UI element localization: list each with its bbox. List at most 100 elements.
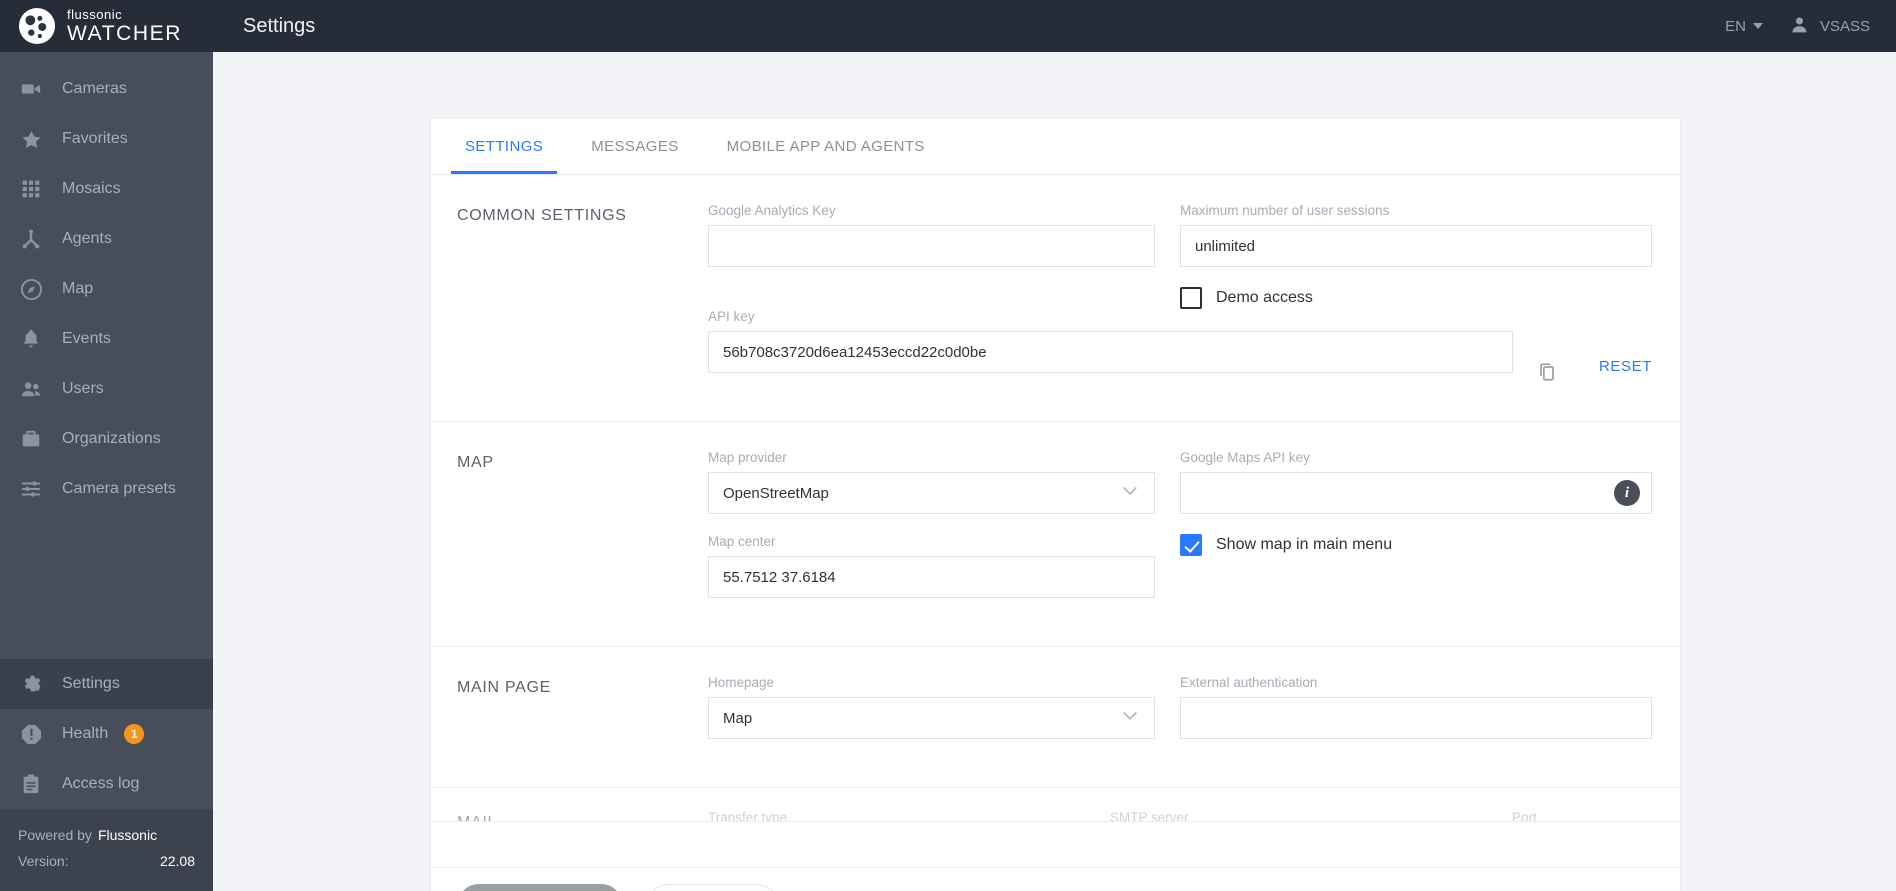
- map-center-input[interactable]: 55.7512 37.6184: [708, 556, 1155, 598]
- sidebar-primary-nav: Cameras Favorites Mosaics Agents Map Eve…: [0, 52, 213, 514]
- user-avatar-icon: [1789, 14, 1810, 39]
- reset-api-key-button[interactable]: RESET: [1599, 358, 1652, 375]
- external-authentication-input[interactable]: [1180, 697, 1652, 739]
- section-mail: MAIL Transfer type SMTP server Port: [431, 788, 1680, 822]
- sidebar-item-access-log[interactable]: Access log: [0, 759, 213, 809]
- sidebar-item-users[interactable]: Users: [0, 364, 213, 414]
- alert-icon: [16, 722, 46, 746]
- app-body: Cameras Favorites Mosaics Agents Map Eve…: [0, 52, 1896, 891]
- sidebar-item-cameras[interactable]: Cameras: [0, 64, 213, 114]
- copy-icon[interactable]: [1537, 360, 1559, 384]
- field-label: Google Maps API key: [1180, 450, 1310, 465]
- sidebar-item-favorites[interactable]: Favorites: [0, 114, 213, 164]
- section-fields: Transfer type SMTP server Port: [708, 810, 1652, 821]
- field-map-provider: Map provider OpenStreetMap: [708, 450, 1155, 514]
- status-badge: 1: [124, 724, 145, 745]
- demo-access-row[interactable]: Demo access: [1180, 287, 1652, 309]
- sliders-icon: [16, 477, 46, 501]
- brand-logo[interactable]: flussonic WATCHER: [0, 7, 213, 45]
- app-root: flussonic WATCHER Settings EN VSASS Came…: [0, 0, 1896, 891]
- sidebar-item-events[interactable]: Events: [0, 314, 213, 364]
- sidebar-secondary-nav: Settings Health 1 Access log Powered by …: [0, 659, 213, 891]
- sidebar-item-label: Users: [62, 380, 104, 397]
- flussonic-logo-icon: [18, 7, 56, 45]
- star-icon: [16, 127, 46, 151]
- field-label: External authentication: [1180, 675, 1318, 690]
- tab-label: MESSAGES: [591, 138, 679, 155]
- language-selector[interactable]: EN: [1725, 18, 1763, 35]
- column-left: Homepage Map: [708, 675, 1180, 759]
- briefcase-icon: [16, 427, 46, 451]
- sidebar-item-label: Health: [62, 725, 109, 743]
- cancel-button[interactable]: CANCEL: [647, 883, 779, 891]
- demo-access-checkbox[interactable]: [1180, 287, 1202, 309]
- sidebar-item-health[interactable]: Health 1: [0, 709, 213, 759]
- api-key-input[interactable]: 56b708c3720d6ea12453eccd22c0d0be: [708, 331, 1513, 373]
- top-bar: flussonic WATCHER Settings EN VSASS: [0, 0, 1896, 52]
- sidebar-item-organizations[interactable]: Organizations: [0, 414, 213, 464]
- tab-messages[interactable]: MESSAGES: [567, 119, 702, 174]
- sidebar-item-camera-presets[interactable]: Camera presets: [0, 464, 213, 514]
- column-right: External authentication: [1180, 675, 1652, 759]
- language-label: EN: [1725, 17, 1746, 35]
- page-title: Settings: [243, 14, 316, 37]
- section-title: MAIN PAGE: [457, 679, 552, 696]
- gear-icon: [16, 672, 46, 696]
- brand-top-text: flussonic: [67, 7, 123, 22]
- homepage-select-wrap: Map: [708, 697, 1155, 739]
- google-analytics-key-input[interactable]: [708, 225, 1155, 267]
- sidebar-item-map[interactable]: Map: [0, 264, 213, 314]
- section-map: MAP Map provider OpenStreetMap Map cente…: [431, 422, 1680, 647]
- tab-settings[interactable]: SETTINGS: [441, 119, 567, 174]
- tab-mobile-app-and-agents[interactable]: MOBILE APP AND AGENTS: [703, 119, 949, 174]
- sidebar-item-label: Agents: [62, 230, 112, 247]
- section-title: COMMON SETTINGS: [457, 207, 627, 224]
- user-menu[interactable]: VSASS: [1789, 14, 1870, 39]
- sidebar-item-mosaics[interactable]: Mosaics: [0, 164, 213, 214]
- content-area: SETTINGS MESSAGES MOBILE APP AND AGENTS …: [213, 52, 1896, 891]
- field-map-center: Map center 55.7512 37.6184: [708, 534, 1155, 598]
- field-label: API key: [708, 309, 755, 324]
- sidebar-item-label: Mosaics: [62, 180, 121, 197]
- sidebar-item-label: Camera presets: [62, 480, 176, 497]
- section-title: MAP: [457, 454, 494, 471]
- tab-bar: SETTINGS MESSAGES MOBILE APP AND AGENTS: [431, 119, 1680, 175]
- field-homepage: Homepage Map: [708, 675, 1155, 739]
- version-value: 22.08: [159, 853, 195, 870]
- info-icon[interactable]: i: [1614, 480, 1640, 506]
- homepage-select[interactable]: Map: [708, 697, 1155, 739]
- version-label: Version:: [18, 853, 69, 870]
- field-transfer-type: Transfer type: [708, 810, 1110, 821]
- camera-icon: [16, 77, 46, 101]
- show-map-checkbox[interactable]: [1180, 534, 1202, 556]
- powered-by-label: Powered by: [18, 827, 92, 844]
- top-bar-right: EN VSASS: [1725, 14, 1896, 39]
- field-label: Port: [1512, 810, 1537, 822]
- tab-label: MOBILE APP AND AGENTS: [726, 138, 925, 155]
- max-sessions-input[interactable]: unlimited: [1180, 225, 1652, 267]
- sidebar-item-label: Access log: [62, 775, 140, 793]
- tab-label: SETTINGS: [465, 138, 544, 155]
- api-key-row: API key 56b708c3720d6ea12453eccd22c0d0be…: [708, 309, 1652, 393]
- users-icon: [16, 377, 46, 401]
- save-button[interactable]: SAVE Ctrl + S: [457, 883, 623, 891]
- show-map-row[interactable]: Show map in main menu: [1180, 534, 1652, 556]
- user-name: VSASS: [1819, 17, 1870, 35]
- field-label: Map center: [708, 534, 776, 549]
- sidebar-item-settings[interactable]: Settings: [0, 659, 213, 710]
- sidebar-item-label: Cameras: [62, 80, 127, 97]
- chevron-down-icon: [1752, 23, 1763, 29]
- column-right: Maximum number of user sessions unlimite…: [1180, 203, 1652, 309]
- gmaps-key-wrap: i: [1180, 472, 1652, 514]
- bell-icon: [16, 327, 46, 351]
- section-title: MAIL: [457, 810, 708, 821]
- sidebar-item-agents[interactable]: Agents: [0, 214, 213, 264]
- google-maps-api-key-input[interactable]: [1180, 472, 1652, 514]
- field-label: Homepage: [708, 675, 775, 690]
- field-external-authentication: External authentication: [1180, 675, 1652, 739]
- sidebar: Cameras Favorites Mosaics Agents Map Eve…: [0, 52, 213, 891]
- grid-icon: [16, 177, 46, 201]
- map-provider-select[interactable]: OpenStreetMap: [708, 472, 1155, 514]
- field-google-analytics-key: Google Analytics Key: [708, 203, 1155, 267]
- field-label: Maximum number of user sessions: [1180, 203, 1390, 218]
